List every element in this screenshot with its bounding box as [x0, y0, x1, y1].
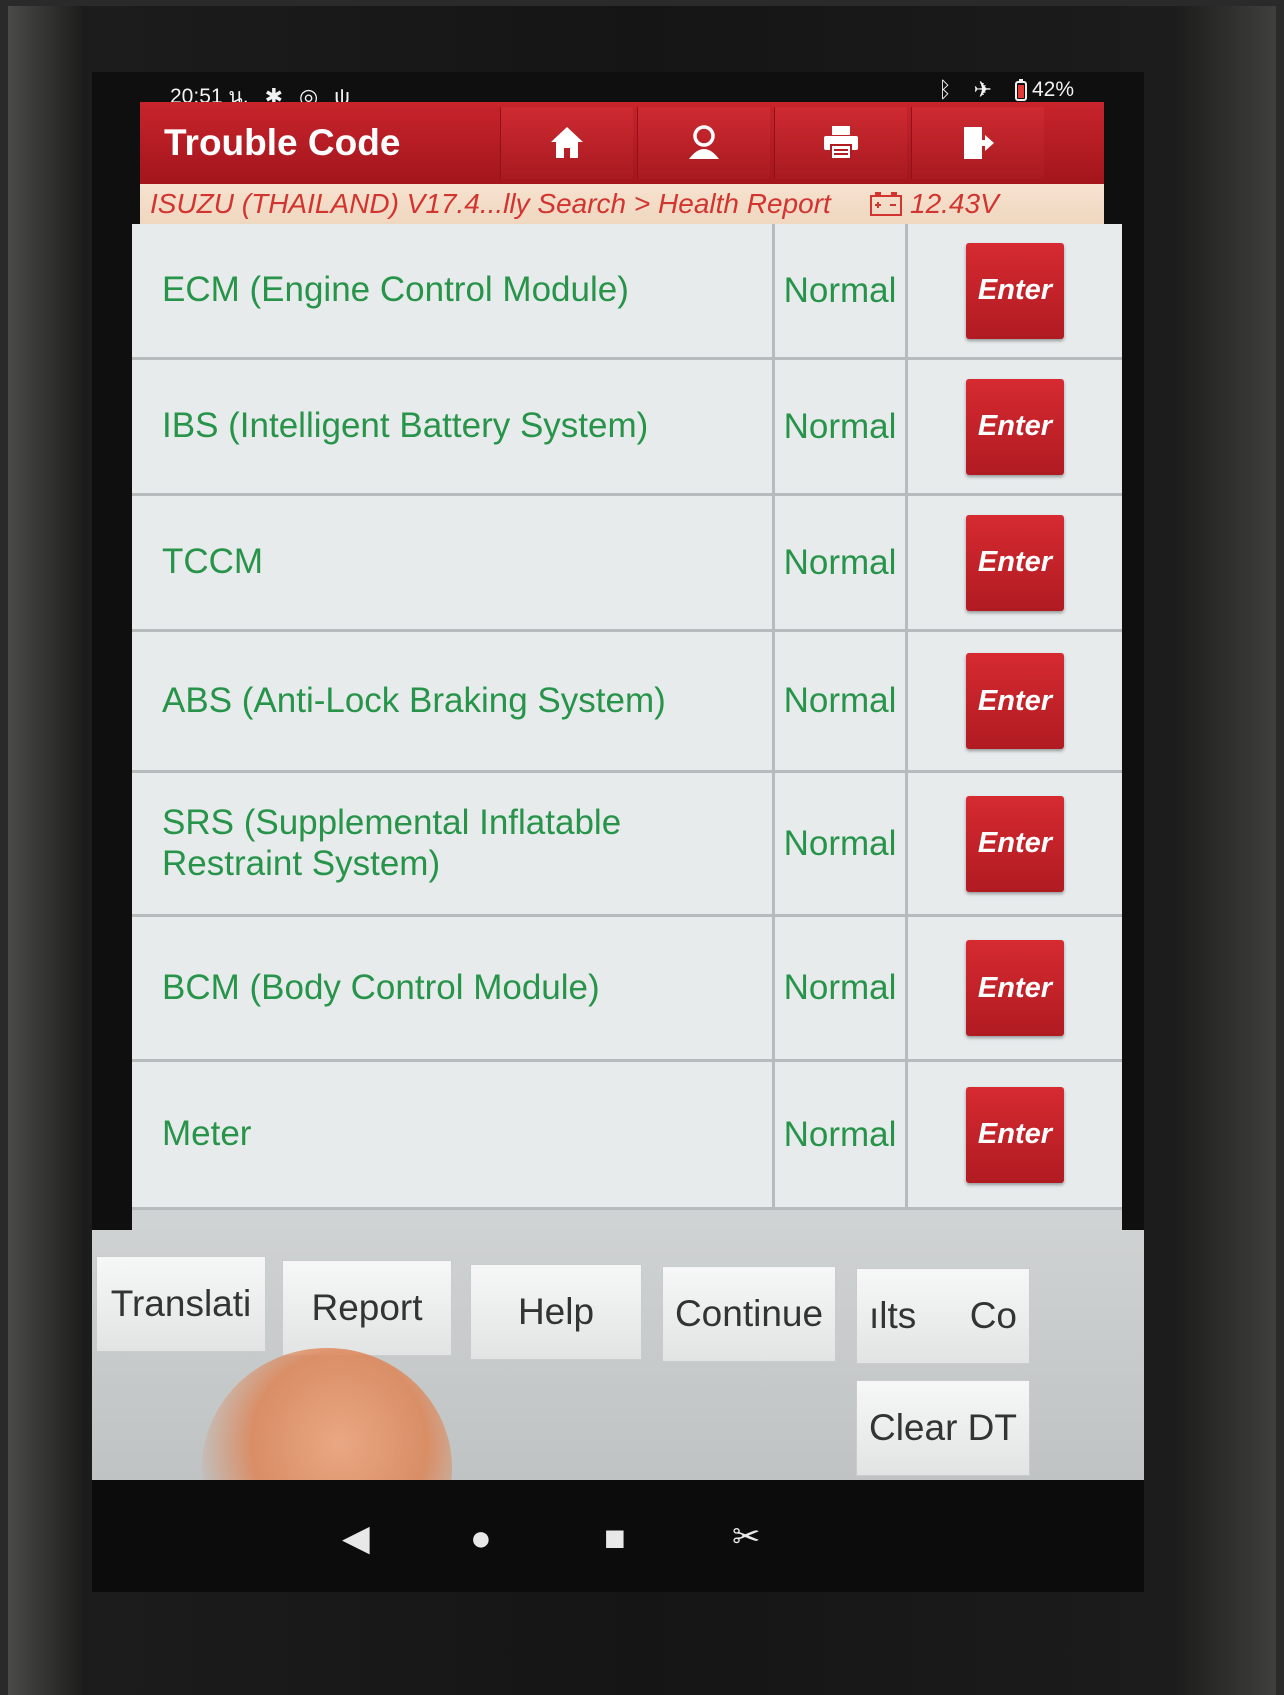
list-item: BCM (Body Control Module) Normal Enter	[132, 917, 1122, 1062]
module-name: Meter	[132, 1062, 772, 1207]
list-item: IBS (Intelligent Battery System) Normal …	[132, 360, 1122, 496]
list-item: Meter Normal Enter	[132, 1062, 1122, 1210]
page-title: Trouble Code	[164, 122, 401, 163]
print-button[interactable]	[774, 107, 907, 179]
breadcrumb-path[interactable]: ISUZU (THAILAND) V17.4...lly Search > He…	[140, 188, 862, 220]
module-name: ABS (Anti-Lock Braking System)	[132, 632, 772, 770]
co-label: Co	[969, 1295, 1017, 1336]
module-status: Normal	[772, 224, 905, 357]
car-battery-icon	[870, 192, 902, 216]
user-button[interactable]	[637, 107, 770, 179]
help-button[interactable]: Help	[470, 1264, 642, 1360]
voltage-readout: 12.43V	[910, 188, 999, 219]
list-item: ABS (Anti-Lock Braking System) Normal En…	[132, 632, 1122, 773]
home-nav-icon[interactable]: ●	[470, 1520, 492, 1556]
enter-button[interactable]: Enter	[966, 795, 1064, 892]
home-button[interactable]	[500, 107, 633, 179]
enter-button[interactable]: Enter	[966, 653, 1064, 749]
module-name: SRS (Supplemental Inflatable Restraint S…	[132, 773, 772, 914]
exit-icon	[964, 127, 994, 159]
module-list: ECM (Engine Control Module) Normal Enter…	[132, 224, 1122, 1308]
list-item: TCCM Normal Enter	[132, 496, 1122, 632]
exit-button[interactable]	[911, 107, 1044, 179]
user-icon	[689, 125, 719, 159]
enter-button[interactable]: Enter	[966, 378, 1064, 475]
continue-button[interactable]: Continue	[662, 1266, 836, 1362]
clear-dtc-button[interactable]: Clear DT	[856, 1380, 1030, 1476]
enter-button[interactable]: Enter	[966, 514, 1064, 611]
translate-button[interactable]: Translati	[96, 1256, 266, 1352]
module-status: Normal	[772, 632, 905, 770]
battery-percent: 42%	[1031, 78, 1074, 101]
home-icon	[551, 127, 583, 158]
airplane-mode-icon: ✈	[973, 77, 992, 102]
results-label: ılts	[869, 1295, 917, 1336]
module-status: Normal	[772, 496, 905, 629]
report-button[interactable]: Report	[282, 1260, 452, 1356]
module-name: IBS (Intelligent Battery System)	[132, 360, 772, 493]
print-icon	[824, 126, 858, 160]
module-status: Normal	[772, 917, 905, 1059]
breadcrumb: ISUZU (THAILAND) V17.4...lly Search > He…	[140, 184, 1104, 224]
enter-button[interactable]: Enter	[966, 940, 1064, 1036]
back-icon[interactable]: ◀	[342, 1520, 370, 1556]
enter-button[interactable]: Enter	[966, 1086, 1064, 1183]
module-name: BCM (Body Control Module)	[132, 917, 772, 1059]
device-screen: 20:51 น. ✱ ◎ ψ ᛒ ✈ 42% Trouble Code ISUZ…	[92, 72, 1144, 1592]
battery-icon	[1014, 79, 1027, 101]
results-button[interactable]: ılts Co	[856, 1268, 1030, 1364]
screenshot-icon[interactable]: ✂	[732, 1520, 761, 1554]
module-status: Normal	[772, 1062, 905, 1207]
module-name: TCCM	[132, 496, 772, 629]
module-status: Normal	[772, 773, 905, 914]
list-item: SRS (Supplemental Inflatable Restraint S…	[132, 773, 1122, 917]
action-bar: Translati Report Help Continue ılts Co C…	[92, 1230, 1144, 1480]
app-header: Trouble Code	[140, 102, 1104, 184]
recents-icon[interactable]: ■	[604, 1520, 626, 1556]
module-status: Normal	[772, 360, 905, 493]
module-name: ECM (Engine Control Module)	[132, 224, 772, 357]
system-nav-bar: ◀ ● ■ ✂	[92, 1480, 1144, 1592]
enter-button[interactable]: Enter	[966, 242, 1064, 339]
bluetooth-icon: ᛒ	[938, 77, 952, 102]
list-item: ECM (Engine Control Module) Normal Enter	[132, 224, 1122, 360]
